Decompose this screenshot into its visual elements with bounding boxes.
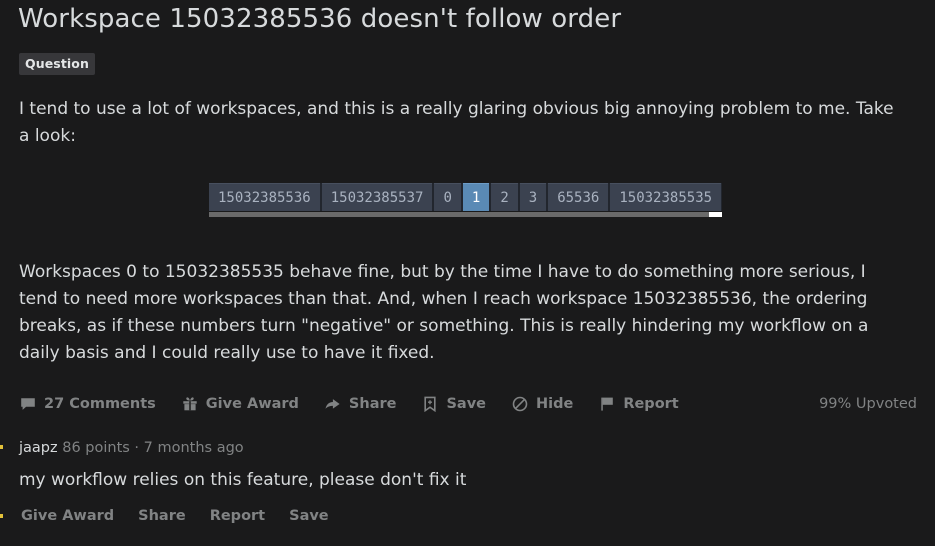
post-flair-badge[interactable]: Question xyxy=(19,53,95,75)
comment-header: jaapz 86 points · 7 months ago xyxy=(19,438,244,458)
workspace-bar: 15032385536 15032385537 0 1 2 3 65536 150323855… xyxy=(209,183,722,211)
thread-line-bottom[interactable] xyxy=(0,514,3,518)
flag-icon xyxy=(597,394,617,414)
workspace-cell-list: 15032385536 15032385537 0 1 2 3 65536 150323855… xyxy=(209,183,723,211)
comment-action-bar: Give Award Share Report Save xyxy=(21,508,353,524)
give-award-button[interactable]: Give Award xyxy=(180,394,299,414)
report-button[interactable]: Report xyxy=(597,394,679,414)
workspace-cell[interactable]: 15032385536 xyxy=(209,183,320,211)
thread-line-top[interactable] xyxy=(0,445,3,449)
gift-icon xyxy=(180,394,200,414)
workspace-cell[interactable]: 1 xyxy=(462,183,490,211)
workspace-cell[interactable]: 0 xyxy=(434,183,461,211)
share-arrow-icon xyxy=(323,394,343,414)
flair-row: Question xyxy=(19,53,95,75)
post-page: Workspace 15032385536 doesn't follow ord… xyxy=(0,0,935,546)
workspace-cell[interactable]: 15032385537 xyxy=(321,183,433,211)
comment-text: my workflow relies on this feature, plea… xyxy=(19,470,467,490)
comment-action-share[interactable]: Share xyxy=(138,508,186,524)
comment-action-give-award[interactable]: Give Award xyxy=(21,508,114,524)
bookmark-icon xyxy=(420,394,440,414)
scrollbar-thumb[interactable] xyxy=(709,212,722,217)
circle-slash-icon xyxy=(510,394,530,414)
comment-bubble-icon xyxy=(18,394,38,414)
workspace-cell[interactable]: 3 xyxy=(519,183,547,211)
post-title: Workspace 15032385536 doesn't follow ord… xyxy=(18,4,622,34)
embedded-workspace-image[interactable]: 15032385536 15032385537 0 1 2 3 65536 150323855… xyxy=(209,183,722,217)
upvoted-percentage: 99% Upvoted xyxy=(819,396,917,412)
post-paragraph-1: I tend to use a lot of workspaces, and t… xyxy=(19,99,894,146)
hide-label: Hide xyxy=(535,396,574,412)
comment-action-save[interactable]: Save xyxy=(289,508,329,524)
workspace-cell[interactable]: 65536 xyxy=(548,183,609,211)
save-label: Save xyxy=(446,396,486,412)
share-button[interactable]: Share xyxy=(323,394,397,414)
save-button[interactable]: Save xyxy=(420,394,486,414)
post-paragraph-2: Workspaces 0 to 15032385535 behave fine,… xyxy=(19,262,869,363)
comment-meta: 86 points · 7 months ago xyxy=(62,440,244,456)
workspace-cell[interactable]: 15032385535 xyxy=(610,183,722,211)
workspace-cell[interactable]: 2 xyxy=(491,183,518,211)
comments-label: 27 Comments xyxy=(44,396,156,412)
post-action-bar: 27 Comments Give Award Share Save Hide R… xyxy=(18,391,917,417)
comment-action-report[interactable]: Report xyxy=(210,508,265,524)
hide-button[interactable]: Hide xyxy=(510,394,573,414)
share-label: Share xyxy=(348,396,397,412)
comments-button[interactable]: 27 Comments xyxy=(18,394,156,414)
report-label: Report xyxy=(623,396,679,412)
give-award-label: Give Award xyxy=(205,396,299,412)
embedded-image-scrollbar[interactable] xyxy=(209,212,722,217)
comment-author[interactable]: jaapz xyxy=(19,440,58,456)
